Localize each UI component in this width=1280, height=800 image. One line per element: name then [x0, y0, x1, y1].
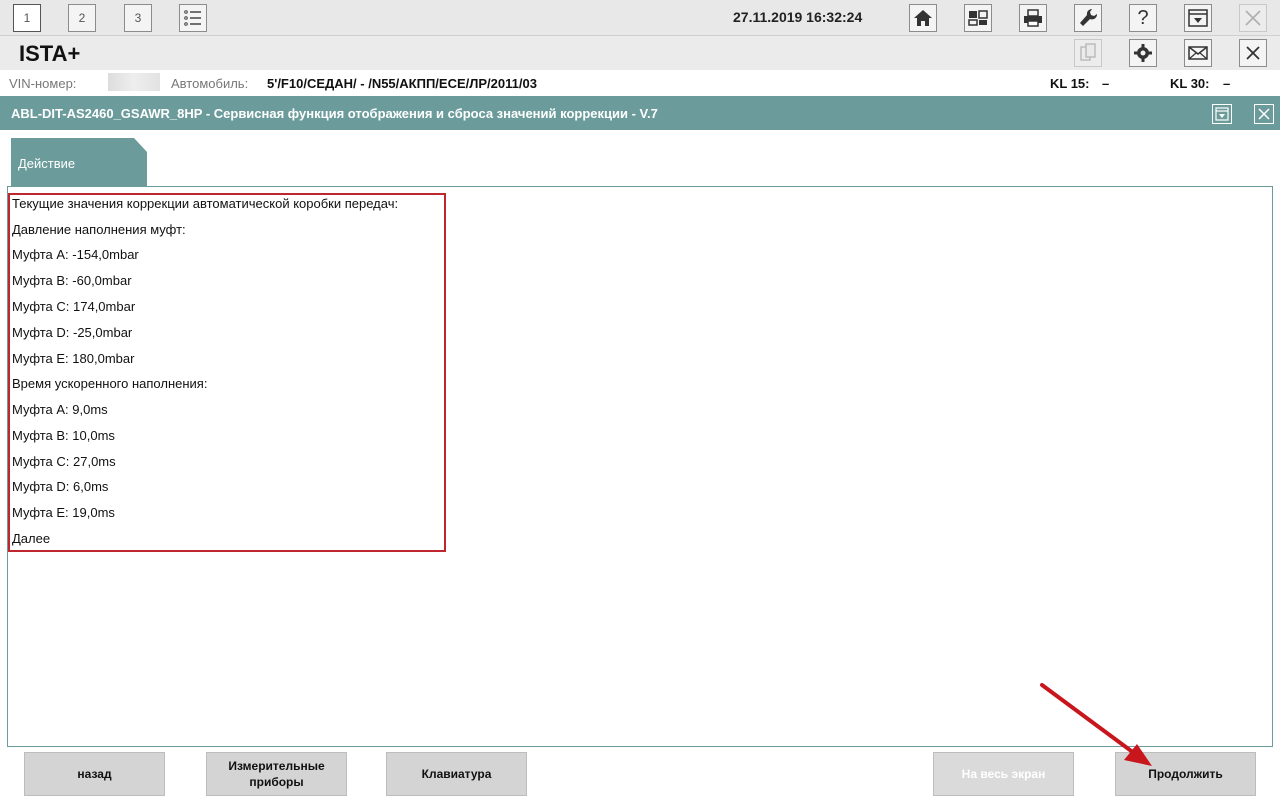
session-tab-label: 1 — [23, 11, 31, 25]
results-line: Муфта E: 180,0mbar — [12, 351, 135, 366]
back-button-label: назад — [77, 767, 112, 781]
fullscreen-button-label: На весь экран — [961, 767, 1046, 781]
function-minimize-button[interactable] — [1212, 104, 1232, 124]
results-section-title: Давление наполнения муфт: — [12, 222, 186, 237]
function-close-button[interactable] — [1254, 104, 1274, 124]
datetime-display: 27.11.2019 16:32:24 — [733, 9, 863, 25]
settings-button[interactable] — [1129, 39, 1157, 67]
list-icon — [184, 10, 201, 26]
continue-button-label: Продолжить — [1148, 767, 1223, 781]
dropdown-icon — [1215, 107, 1229, 121]
app-title-bar: ISTA+ — [0, 36, 1280, 70]
mail-button[interactable] — [1184, 39, 1212, 67]
home-icon — [914, 10, 932, 26]
service-button[interactable] — [1074, 4, 1102, 32]
keyboard-button-label: Клавиатура — [421, 767, 492, 781]
results-line: Муфта D: -25,0mbar — [12, 325, 133, 340]
close-icon — [1245, 10, 1261, 26]
wrench-icon — [1080, 8, 1098, 27]
results-next-text: Далее — [12, 531, 51, 546]
home-button[interactable] — [909, 4, 937, 32]
vehicle-value: 5'/F10/СЕДАН/ - /N55/АКПП/ECE/ЛР/2011/03 — [267, 76, 537, 91]
results-line: Муфта E: 19,0ms — [12, 505, 115, 520]
vin-value-redacted — [108, 73, 160, 91]
document-button[interactable] — [1074, 39, 1102, 67]
help-icon: ? — [1137, 6, 1149, 29]
app-title: ISTA+ — [19, 41, 81, 66]
keyboard-button[interactable]: Клавиатура — [386, 752, 527, 796]
print-button[interactable] — [1019, 4, 1047, 32]
session-tab-2[interactable]: 2 — [68, 4, 96, 32]
close-session-button[interactable] — [1239, 39, 1267, 67]
measuring-devices-button[interactable]: Измерительные приборы — [206, 752, 347, 796]
help-button[interactable]: ? — [1129, 4, 1157, 32]
session-tab-label: 3 — [134, 11, 142, 25]
results-line: Муфта C: 27,0ms — [12, 454, 116, 469]
vehicle-label: Автомобиль: — [171, 76, 249, 91]
kl30-label: KL 30: — [1170, 76, 1210, 91]
vehicle-info-button[interactable] — [964, 4, 992, 32]
fullscreen-button[interactable]: На весь экран — [933, 752, 1074, 796]
continue-button[interactable]: Продолжить — [1115, 752, 1256, 796]
gear-icon — [1134, 44, 1152, 62]
session-tab-3[interactable]: 3 — [124, 4, 152, 32]
exit-button[interactable] — [1239, 4, 1267, 32]
function-header: ABL-DIT-AS2460_GSAWR_8HP - Сервисная фун… — [0, 96, 1280, 130]
results-line: Муфта B: -60,0mbar — [12, 273, 132, 288]
kl15-value: – — [1102, 76, 1110, 91]
results-line: Муфта D: 6,0ms — [12, 479, 109, 494]
measuring-devices-label-line1: Измерительные — [228, 759, 325, 773]
list-button[interactable] — [179, 4, 207, 32]
results-section-title: Время ускоренного наполнения: — [12, 376, 208, 391]
minimize-button[interactable] — [1184, 4, 1212, 32]
results-heading: Текущие значения коррекции автоматическо… — [12, 196, 399, 211]
session-tab-1[interactable]: 1 — [13, 4, 41, 32]
tab-action-label: Действие — [18, 156, 76, 171]
results-line: Муфта A: 9,0ms — [12, 402, 108, 417]
results-line: Муфта A: -154,0mbar — [12, 247, 139, 262]
results-line: Муфта B: 10,0ms — [12, 428, 115, 443]
close-icon — [1246, 46, 1260, 60]
vehicle-info-bar: VIN-номер: Автомобиль: 5'/F10/СЕДАН/ - /… — [0, 70, 1280, 96]
measuring-devices-label-line2: приборы — [249, 775, 304, 789]
function-title: ABL-DIT-AS2460_GSAWR_8HP - Сервисная фун… — [11, 106, 658, 121]
close-icon — [1258, 108, 1270, 120]
mail-icon — [1188, 46, 1208, 60]
back-button[interactable]: назад — [24, 752, 165, 796]
document-icon — [1080, 43, 1096, 61]
kl30-value: – — [1223, 76, 1231, 91]
kl15-label: KL 15: — [1050, 76, 1090, 91]
vehicle-info-icon — [968, 10, 988, 26]
vin-label: VIN-номер: — [9, 76, 77, 91]
print-icon — [1024, 9, 1042, 27]
minimize-icon — [1188, 9, 1208, 27]
session-tab-label: 2 — [78, 11, 86, 25]
top-toolbar: 1 2 3 27.11.2019 16:32:24 ? — [0, 0, 1280, 36]
results-line: Муфта C: 174,0mbar — [12, 299, 136, 314]
